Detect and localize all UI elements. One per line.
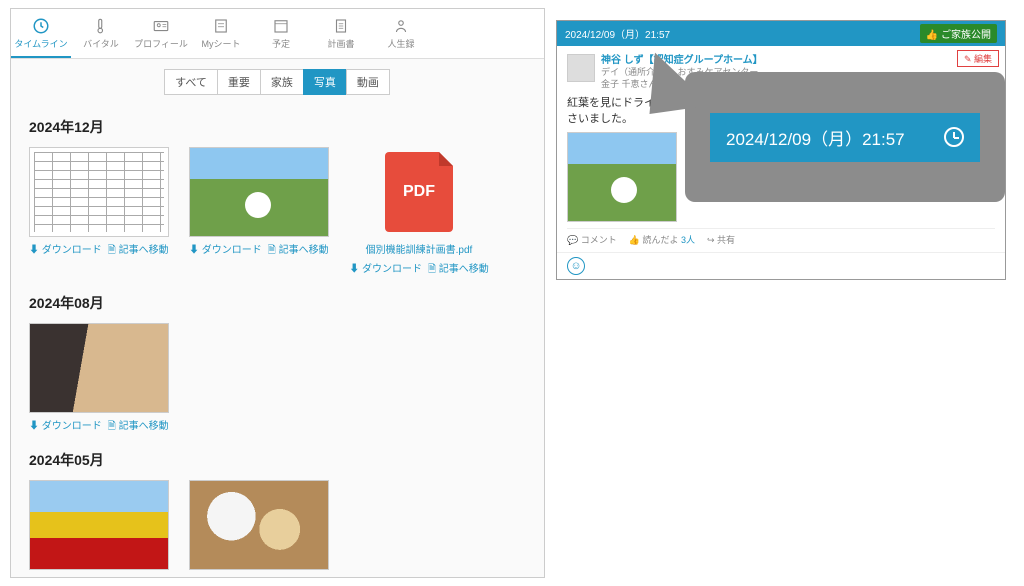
jump-link[interactable]: 🗎 記事へ移動 <box>108 417 169 436</box>
filter-video[interactable]: 動画 <box>346 69 390 95</box>
tab-timeline[interactable]: タイムライン <box>11 9 71 58</box>
month-header: 2024年12月 <box>29 117 526 137</box>
download-link[interactable]: ⬇ ダウンロード <box>189 241 262 260</box>
tab-label: 予定 <box>272 39 290 49</box>
tab-mysheet[interactable]: Myシート <box>191 9 251 58</box>
clock-icon <box>32 17 50 35</box>
month-header: 2024年08月 <box>29 293 526 313</box>
family-publish-button[interactable]: 👍 ご家族公開 <box>920 24 997 43</box>
thermometer-icon <box>92 17 110 35</box>
avatar <box>567 54 595 82</box>
tab-label: 計画書 <box>327 39 354 49</box>
callout-time: 2024/12/09（月）21:57 <box>726 125 905 150</box>
tab-label: Myシート <box>202 39 241 49</box>
edit-button[interactable]: ✎ 編集 <box>957 50 999 67</box>
thumbnail-photo[interactable] <box>29 323 169 413</box>
thumbnail-photo[interactable] <box>189 480 329 570</box>
jump-link[interactable]: 🗎 記事へ移動 <box>108 241 169 260</box>
comment-row: ☺ <box>557 252 1005 279</box>
tab-label: プロフィール <box>134 39 188 49</box>
media-library-panel: タイムライン バイタル プロフィール Myシート 予定 計画書 人生録 すべて … <box>10 8 545 578</box>
read-link[interactable]: 👍 読んだよ 3人 <box>629 233 695 246</box>
clock-icon <box>944 127 964 147</box>
media-item: ⬇ ダウンロード 🗎 記事へ移動 <box>29 147 169 279</box>
comment-link[interactable]: 💬 コメント <box>567 233 617 246</box>
jump-link[interactable]: 🗎 記事へ移動 <box>268 574 329 578</box>
jump-link[interactable]: 🗎 記事へ移動 <box>108 574 169 578</box>
jump-link[interactable]: 🗎 記事へ移動 <box>428 260 489 279</box>
download-link[interactable]: ⬇ ダウンロード <box>29 241 102 260</box>
tab-liferecord[interactable]: 人生録 <box>371 9 431 58</box>
calendar-icon <box>272 17 290 35</box>
document-icon <box>332 17 350 35</box>
filter-family[interactable]: 家族 <box>260 69 304 95</box>
download-link[interactable]: ⬇ ダウンロード <box>29 574 102 578</box>
thumbnail-photo[interactable] <box>29 480 169 570</box>
callout-inner: 2024/12/09（月）21:57 <box>710 113 980 162</box>
share-link[interactable]: ↪ 共有 <box>707 233 735 246</box>
timestamp-callout: 2024/12/09（月）21:57 <box>685 72 1005 202</box>
download-link[interactable]: ⬇ ダウンロード <box>349 260 422 279</box>
top-tab-nav: タイムライン バイタル プロフィール Myシート 予定 計画書 人生録 <box>11 9 544 59</box>
add-comment-button[interactable]: ☺ <box>567 257 585 275</box>
filter-row: すべて 重要 家族 写真 動画 <box>11 59 544 103</box>
tab-vital[interactable]: バイタル <box>71 9 131 58</box>
filter-photo[interactable]: 写真 <box>303 69 347 95</box>
pdf-filename: 個別機能訓練計画書.pdf <box>349 241 489 256</box>
post-header: 2024/12/09（月）21:57 👍 ご家族公開 <box>557 21 1005 46</box>
media-item: ⬇ ダウンロード 🗎 記事へ移動 <box>189 147 329 279</box>
thumbnail-spreadsheet[interactable] <box>29 147 169 237</box>
media-item: PDF 個別機能訓練計画書.pdf ⬇ ダウンロード 🗎 記事へ移動 <box>349 147 489 279</box>
media-content: 2024年12月 ⬇ ダウンロード 🗎 記事へ移動 ⬇ ダウンロード 🗎 記事へ… <box>11 103 544 578</box>
download-link[interactable]: ⬇ ダウンロード <box>29 417 102 436</box>
id-card-icon <box>152 17 170 35</box>
person-icon <box>392 17 410 35</box>
thumbnail-photo[interactable] <box>189 147 329 237</box>
month-header: 2024年05月 <box>29 450 526 470</box>
filter-important[interactable]: 重要 <box>217 69 261 95</box>
tab-schedule[interactable]: 予定 <box>251 9 311 58</box>
filter-all[interactable]: すべて <box>164 69 218 95</box>
tab-plan[interactable]: 計画書 <box>311 9 371 58</box>
post-timestamp: 2024/12/09（月）21:57 <box>565 26 670 41</box>
tab-label: バイタル <box>83 39 119 49</box>
post-footer: 💬 コメント 👍 読んだよ 3人 ↪ 共有 <box>567 228 995 246</box>
media-item: ⬇ ダウンロード 🗎 記事へ移動 <box>29 480 169 578</box>
download-link[interactable]: ⬇ ダウンロード <box>189 574 262 578</box>
sheet-icon <box>212 17 230 35</box>
thumbnail-pdf[interactable]: PDF <box>349 147 489 237</box>
media-item: ⬇ ダウンロード 🗎 記事へ移動 <box>189 480 329 578</box>
tab-profile[interactable]: プロフィール <box>131 9 191 58</box>
pdf-icon: PDF <box>385 152 453 232</box>
jump-link[interactable]: 🗎 記事へ移動 <box>268 241 329 260</box>
tab-label: 人生録 <box>387 39 414 49</box>
media-item: ⬇ ダウンロード 🗎 記事へ移動 <box>29 323 169 436</box>
tab-label: タイムライン <box>14 39 67 49</box>
post-image[interactable] <box>567 132 677 222</box>
